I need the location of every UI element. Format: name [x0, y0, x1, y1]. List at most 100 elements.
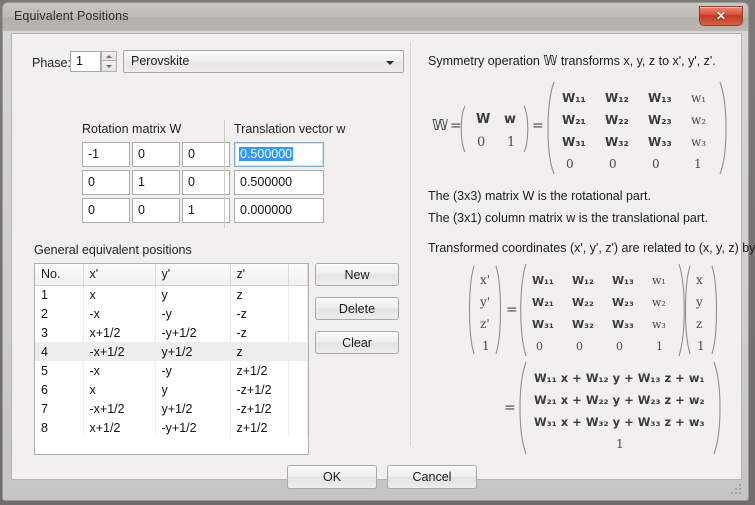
- cell-no: 5: [35, 361, 83, 380]
- f2-m-r1c4: w₁: [652, 274, 666, 287]
- translation-input-3[interactable]: 0.000000: [234, 198, 324, 223]
- column-header-z[interactable]: z': [230, 264, 288, 285]
- table-row[interactable]: 3 x+1/2 -y+1/2 -z: [35, 323, 308, 342]
- close-button[interactable]: ✕: [699, 6, 743, 26]
- cell-spacer: [288, 418, 308, 437]
- new-button[interactable]: New: [315, 263, 399, 286]
- info-line-3: The (3x1) column matrix w is the transla…: [428, 211, 708, 225]
- table-row[interactable]: 6 x y -z+1/2: [35, 380, 308, 399]
- table-row-selected[interactable]: 4 -x+1/2 y+1/2 z: [35, 342, 308, 361]
- cell-z: -z: [230, 323, 288, 342]
- table-row[interactable]: 1 x y z: [35, 285, 308, 304]
- f3-row-3: W₃₁ x + W₃₂ y + W₃₃ z + w₃: [534, 415, 704, 429]
- cell-z: z: [230, 285, 288, 304]
- close-icon: ✕: [716, 10, 726, 22]
- rotation-cell-r2c2[interactable]: 1: [132, 170, 180, 195]
- spinner-down-button[interactable]: [101, 61, 117, 72]
- cell-spacer: [288, 361, 308, 380]
- column-header-x[interactable]: x': [83, 264, 155, 285]
- formula-transform: x' y' z' 1 = W₁₁ W₁₂ W₁₃ w₁ W₂₁ W₂₂ W₂₃ …: [464, 262, 729, 358]
- cell-spacer: [288, 323, 308, 342]
- rotation-cell-r1c1[interactable]: -1: [82, 142, 130, 167]
- panel-divider: [410, 42, 411, 446]
- f3-equals: =: [504, 400, 516, 416]
- cell-x: -x+1/2: [83, 342, 155, 361]
- phase-spinner[interactable]: [101, 51, 117, 72]
- spinner-up-button[interactable]: [101, 51, 117, 61]
- phase-input[interactable]: 1: [70, 51, 101, 72]
- table-row[interactable]: 5 -x -y z+1/2: [35, 361, 308, 380]
- f2-rhs-2: y: [695, 295, 703, 309]
- cell-no: 4: [35, 342, 83, 361]
- resize-grip-icon[interactable]: [729, 482, 743, 496]
- dialog-client-area: Phase: 1 Perovskite Rotation matrix W -1…: [11, 33, 742, 480]
- f3-row-2: W₂₁ x + W₂₂ y + W₂₃ z + w₂: [534, 393, 704, 407]
- ok-button[interactable]: OK: [287, 465, 377, 489]
- f1-m-r1c1: W₁₁: [562, 91, 586, 105]
- dialog-window: Equivalent Positions ✕ Phase: 1 Perovski…: [2, 2, 749, 501]
- cell-no: 6: [35, 380, 83, 399]
- f2-rhs-1: x: [696, 273, 703, 287]
- rotation-cell-r2c3[interactable]: 0: [182, 170, 230, 195]
- table-row[interactable]: 7 -x+1/2 y+1/2 -z+1/2: [35, 399, 308, 418]
- rotation-cell-r3c2[interactable]: 0: [132, 198, 180, 223]
- f2-equals: =: [506, 302, 518, 318]
- f1-m-r2c2: W₂₂: [605, 113, 629, 127]
- cell-y: -y: [155, 304, 230, 323]
- translation-input-1[interactable]: 0.500000: [234, 142, 324, 167]
- spinner-down-arrow-icon: [106, 65, 112, 68]
- cell-no: 7: [35, 399, 83, 418]
- cell-z: -z+1/2: [230, 399, 288, 418]
- column-header-no[interactable]: No.: [35, 264, 83, 285]
- cell-spacer: [288, 342, 308, 361]
- f2-m-r2c3: W₂₃: [612, 296, 634, 309]
- cell-z: z+1/2: [230, 361, 288, 380]
- f2-m-r4c3: 0: [616, 340, 623, 353]
- f2-m-r1c3: W₁₃: [612, 274, 634, 287]
- rotation-cell-r3c3[interactable]: 1: [182, 198, 230, 223]
- formula1-block-1: 1: [507, 135, 515, 150]
- info-line-1: Symmetry operation 𝕎 transforms x, y, z …: [428, 54, 716, 69]
- info-line-1-suffix: transforms x, y, z to x', y', z'.: [561, 54, 716, 68]
- column-header-y[interactable]: y': [155, 264, 230, 285]
- cell-y: -y: [155, 361, 230, 380]
- rotation-cell-r3c1[interactable]: 0: [82, 198, 130, 223]
- phase-combobox[interactable]: Perovskite: [123, 50, 404, 73]
- table-row[interactable]: 8 x+1/2 -y+1/2 z+1/2: [35, 418, 308, 437]
- cell-spacer: [288, 304, 308, 323]
- cell-spacer: [288, 380, 308, 399]
- rotation-cell-r1c2[interactable]: 0: [132, 142, 180, 167]
- positions-table-wrapper[interactable]: No. x' y' z' 1 x y z: [34, 263, 309, 455]
- formula1-block-w: w: [504, 112, 516, 127]
- f3-row-4: 1: [616, 437, 624, 451]
- cell-y: y+1/2: [155, 399, 230, 418]
- cell-x: x: [83, 380, 155, 399]
- delete-button[interactable]: Delete: [315, 297, 399, 320]
- f2-m-r4c4: 1: [656, 340, 663, 353]
- symmetry-operation-symbol: 𝕎: [543, 54, 557, 69]
- rotation-cell-r2c1[interactable]: 0: [82, 170, 130, 195]
- formula-expanded: = W₁₁ x + W₁₂ y + W₁₃ z + w₁ W₂₁ x + W₂₂…: [504, 360, 744, 456]
- cell-spacer: [288, 285, 308, 304]
- cell-y: y: [155, 380, 230, 399]
- f1-m-r1c3: W₁₃: [648, 91, 672, 105]
- clear-button[interactable]: Clear: [315, 331, 399, 354]
- f2-lhs-1: x': [480, 273, 490, 287]
- f2-m-r2c2: W₂₂: [572, 296, 594, 309]
- cell-x: -x+1/2: [83, 399, 155, 418]
- f2-m-r2c1: W₂₁: [532, 296, 554, 309]
- cancel-button[interactable]: Cancel: [387, 465, 477, 489]
- cell-x: x: [83, 285, 155, 304]
- f2-m-r1c1: W₁₁: [532, 274, 554, 287]
- formula1-equals-2: =: [532, 118, 544, 134]
- translation-input-1-selection: 0.500000: [239, 147, 293, 161]
- f1-m-r3c4: w₃: [691, 135, 706, 149]
- table-row[interactable]: 2 -x -y -z: [35, 304, 308, 323]
- rotation-cell-r1c3[interactable]: 0: [182, 142, 230, 167]
- f2-m-r3c2: W₃₂: [572, 318, 594, 331]
- positions-table-body: 1 x y z 2 -x -y -z: [35, 285, 308, 437]
- translation-vector-label: Translation vector w: [234, 122, 345, 136]
- f1-m-r4c1: 0: [566, 157, 574, 171]
- cell-x: x+1/2: [83, 418, 155, 437]
- translation-input-2[interactable]: 0.500000: [234, 170, 324, 195]
